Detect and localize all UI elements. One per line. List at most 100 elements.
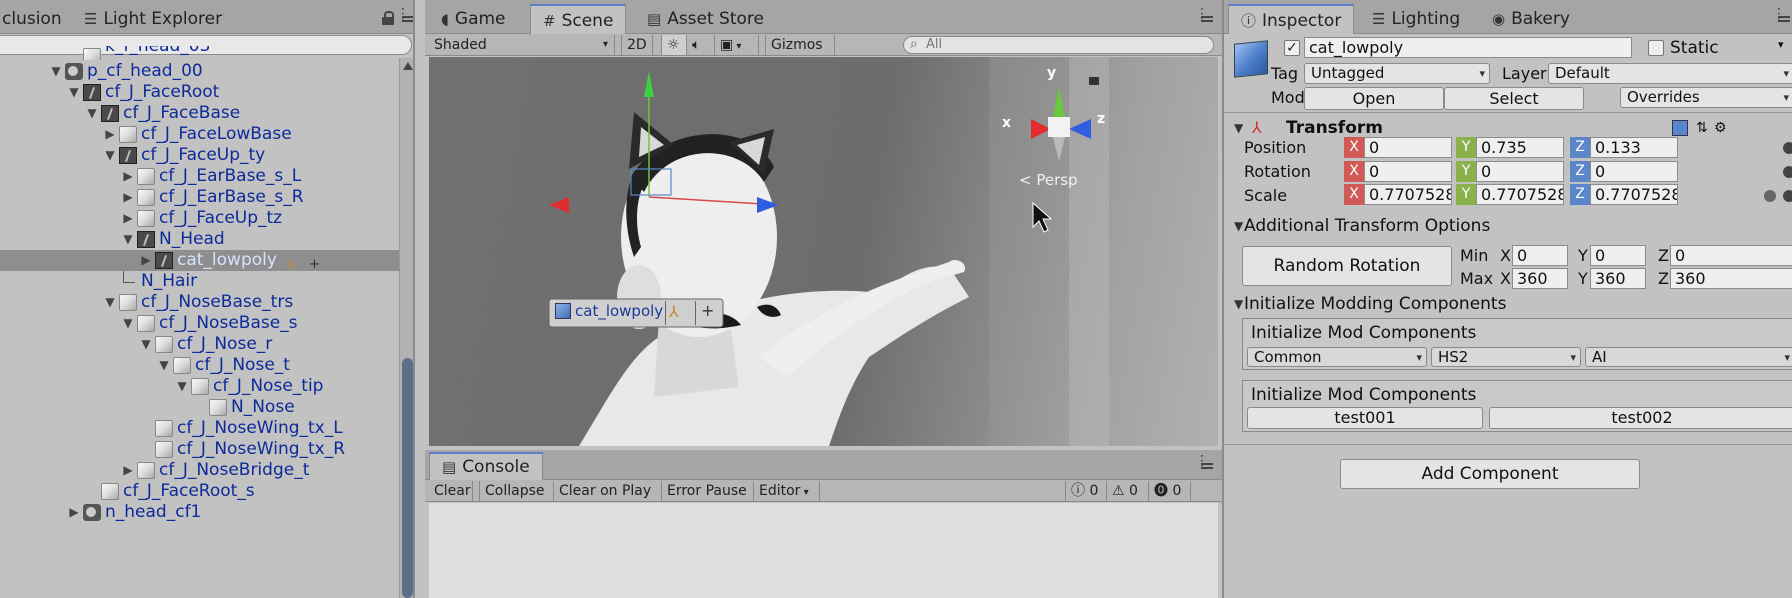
gizmo-y-arrow[interactable] (644, 71, 654, 97)
hierarchy-item[interactable]: ▶ n_head_cf1 (0, 502, 400, 523)
presets-icon[interactable]: ⇅ (1696, 116, 1708, 140)
tab-bakery[interactable]: ◉ Bakery (1480, 4, 1582, 34)
rotation-y-field[interactable]: 0 (1476, 161, 1564, 182)
random-rotation-button[interactable]: Random Rotation (1242, 246, 1452, 286)
layer-dropdown[interactable]: Default (1548, 63, 1792, 84)
collapse-arrow-icon[interactable]: ▶ (139, 250, 153, 271)
hierarchy-item[interactable]: ▶ cf_J_EarBase_s_R (0, 187, 400, 208)
expand-arrow-icon[interactable]: ▼ (49, 61, 63, 82)
max-y-field[interactable]: 360 (1590, 268, 1646, 289)
tab-asset-store[interactable]: ▤ Asset Store (635, 4, 776, 34)
hierarchy-item[interactable]: cf_J_NoseWing_tx_R (0, 439, 400, 460)
hierarchy-item[interactable]: N_Hair (0, 271, 400, 292)
tab-lighting[interactable]: ☰ Lighting (1360, 4, 1472, 34)
reset-icon[interactable] (1783, 166, 1792, 178)
scene-viewport[interactable]: y x z < Persp cat_lowpoly ⅄ + (429, 57, 1218, 446)
hierarchy-item[interactable]: ▶ cf_J_NoseBridge_t (0, 460, 400, 481)
collapse-arrow-icon[interactable]: ▶ (103, 124, 117, 145)
object-name-field[interactable]: cat_lowpoly (1304, 37, 1632, 58)
expand-arrow-icon[interactable]: ▼ (103, 145, 117, 166)
position-y-field[interactable]: 0.735 (1476, 137, 1564, 158)
panel-menu-icon[interactable] (1195, 453, 1213, 471)
hierarchy-item[interactable]: cf_J_FaceRoot_s (0, 481, 400, 502)
tab-scene[interactable]: # Scene (530, 4, 627, 34)
tab-game[interactable]: ◖ Game (429, 4, 518, 34)
min-x-field[interactable]: 0 (1512, 245, 1568, 266)
expand-arrow-icon[interactable]: ▼ (67, 82, 81, 103)
add-icon[interactable]: + (701, 301, 714, 320)
gizmo-x-arrow-neg[interactable] (549, 197, 569, 213)
collapse-button[interactable]: Collapse (479, 481, 554, 501)
max-z-field[interactable]: 360 (1670, 268, 1792, 289)
static-checkbox[interactable] (1648, 40, 1664, 56)
editor-dropdown[interactable]: Editor ▾ (754, 481, 820, 501)
view-lock-icon[interactable] (1089, 77, 1099, 85)
hierarchy-item[interactable]: ▶ cat_lowpoly ⅄ + (0, 250, 400, 272)
collapse-arrow-icon[interactable]: ▶ (121, 460, 135, 481)
hs2-dropdown[interactable]: HS2 (1431, 347, 1581, 367)
hierarchy-item[interactable]: ▼ N_Head (0, 229, 400, 250)
hierarchy-scrollbar[interactable] (399, 58, 413, 598)
hierarchy-item[interactable]: ▼ cf_J_NoseBase_s (0, 313, 400, 334)
collapse-arrow-icon[interactable]: ▶ (121, 166, 135, 187)
hierarchy-item[interactable]: ▼ cf_J_FaceUp_ty (0, 145, 400, 166)
perspective-toggle[interactable]: < Persp (1019, 171, 1078, 189)
min-y-field[interactable]: 0 (1590, 245, 1646, 266)
hierarchy-item[interactable]: ▶ cf_J_FaceUp_tz (0, 208, 400, 229)
tag-dropdown[interactable]: Untagged (1304, 63, 1490, 84)
info-filter-toggle[interactable]: ⓘ 0 (1065, 481, 1107, 501)
scale-x-field[interactable]: 0.7707528 (1364, 184, 1452, 205)
console-log-area[interactable] (429, 503, 1218, 598)
scrollbar-thumb[interactable] (402, 358, 413, 598)
common-dropdown[interactable]: Common (1247, 347, 1427, 367)
panel-menu-icon[interactable] (1772, 6, 1790, 24)
hierarchy-item[interactable]: k_f_head_03 (0, 46, 400, 60)
collapse-arrow-icon[interactable]: ▶ (121, 187, 135, 208)
tab-occlusion[interactable]: clusion (0, 4, 74, 34)
panel-menu-icon[interactable] (1195, 6, 1213, 24)
active-checkbox[interactable]: ✓ (1284, 40, 1300, 56)
expand-arrow-icon[interactable]: ▼ (157, 355, 171, 376)
static-dropdown-icon[interactable]: ▾ (1778, 38, 1784, 51)
tab-console[interactable]: ▤ Console (429, 452, 543, 480)
error-pause-button[interactable]: Error Pause (662, 481, 754, 501)
reset-icon[interactable] (1783, 190, 1792, 202)
hierarchy-item[interactable]: cf_J_NoseWing_tx_L (0, 418, 400, 439)
additional-transform-header[interactable]: ▼ Additional Transform Options (1224, 214, 1792, 238)
clear-on-play-button[interactable]: Clear on Play (554, 481, 662, 501)
position-x-field[interactable]: 0 (1364, 137, 1452, 158)
tab-inspector[interactable]: ⓘ Inspector (1228, 4, 1355, 34)
test002-button[interactable]: test002 (1489, 407, 1792, 429)
open-model-button[interactable]: Open (1304, 87, 1444, 110)
lock-icon[interactable] (382, 11, 394, 25)
scale-y-field[interactable]: 0.7707528 (1476, 184, 1564, 205)
expand-arrow-icon[interactable]: ▼ (175, 376, 189, 397)
test001-button[interactable]: test001 (1247, 407, 1483, 429)
expand-arrow-icon[interactable]: ▼ (139, 334, 153, 355)
position-z-field[interactable]: 0.133 (1590, 137, 1678, 158)
expand-arrow-icon[interactable]: ▼ (103, 292, 117, 313)
expand-arrow-icon[interactable]: ▼ (85, 103, 99, 124)
rotation-x-field[interactable]: 0 (1364, 161, 1452, 182)
hierarchy-item[interactable]: ▶ cf_J_EarBase_s_L (0, 166, 400, 187)
collapse-arrow-icon[interactable]: ▶ (67, 502, 81, 523)
panel-menu-icon[interactable] (396, 6, 413, 24)
scale-z-field[interactable]: 0.7707528 (1590, 184, 1678, 205)
tab-light-explorer[interactable]: ☰ Light Explorer (72, 4, 234, 34)
max-x-field[interactable]: 360 (1512, 268, 1568, 289)
shading-mode-dropdown[interactable]: Shaded ▾ (429, 35, 615, 55)
rotation-z-field[interactable]: 0 (1590, 161, 1678, 182)
scene-search-input[interactable]: All (903, 36, 1214, 54)
help-icon[interactable] (1672, 120, 1688, 136)
collapse-arrow-icon[interactable]: ▶ (121, 208, 135, 229)
lighting-toggle-button[interactable]: ☼ (661, 35, 687, 55)
expand-arrow-icon[interactable]: ▼ (121, 313, 135, 334)
select-model-button[interactable]: Select (1444, 87, 1584, 110)
hierarchy-item[interactable]: ▼ cf_J_FaceRoot (0, 82, 400, 103)
hierarchy-item[interactable]: N_Nose (0, 397, 400, 418)
overrides-dropdown[interactable]: Overrides (1620, 87, 1792, 108)
expand-arrow-icon[interactable]: ▼ (121, 229, 135, 250)
hierarchy-item[interactable]: ▼ cf_J_Nose_r (0, 334, 400, 355)
hierarchy-item[interactable]: ▼ p_cf_head_00 (0, 61, 400, 82)
hierarchy-item[interactable]: ▶ cf_J_FaceLowBase (0, 124, 400, 145)
